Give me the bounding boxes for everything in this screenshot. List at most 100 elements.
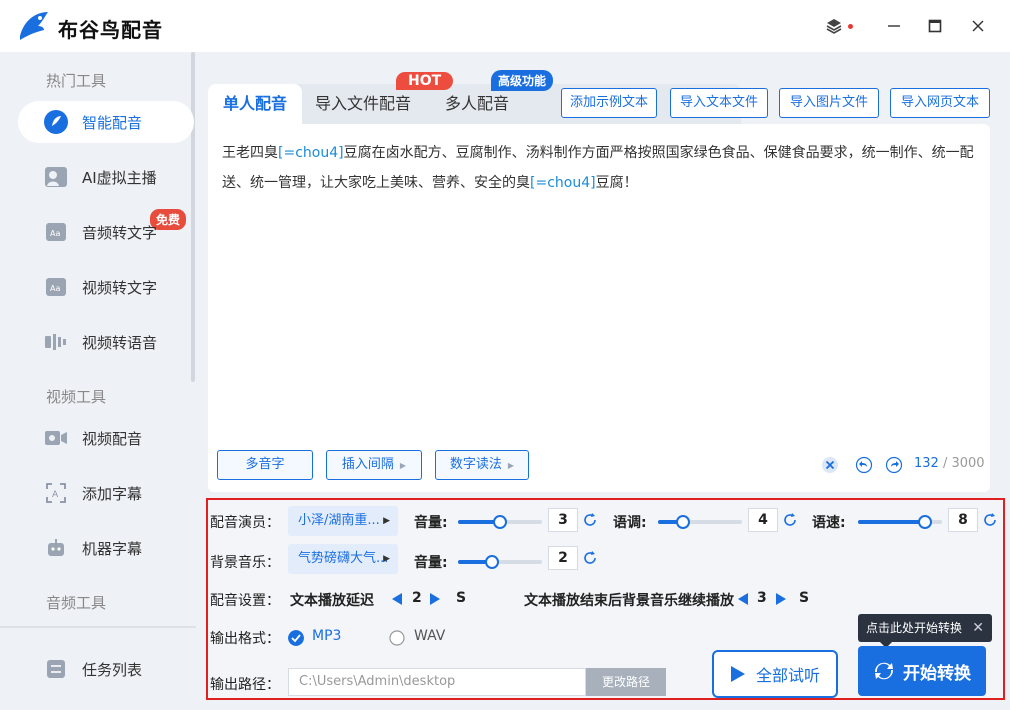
radio-unchecked-icon[interactable] bbox=[389, 630, 405, 646]
avatar-icon bbox=[42, 163, 70, 191]
sidebar-item-label: 任务列表 bbox=[82, 660, 143, 679]
sidebar-item-add-subtitle[interactable]: A 添加字幕 bbox=[18, 472, 194, 514]
smart-dub-icon bbox=[42, 108, 70, 136]
pitch-label: 语调: bbox=[613, 515, 647, 531]
decrease-arrow-icon[interactable] bbox=[392, 593, 402, 605]
hot-badge: HOT bbox=[396, 72, 454, 90]
speed-value[interactable]: 8 bbox=[948, 508, 978, 532]
sidebar-item-label: 智能配音 bbox=[82, 113, 143, 132]
format-mp3-label[interactable]: MP3 bbox=[312, 628, 341, 644]
sidebar-item-video-dub[interactable]: 视频配音 bbox=[18, 417, 194, 459]
preview-all-button[interactable]: 全部试听 bbox=[712, 650, 838, 698]
sidebar-item-audio-to-text[interactable]: Aa 音频转文字 bbox=[18, 211, 194, 253]
bgm-volume-value[interactable]: 2 bbox=[548, 546, 578, 570]
video-to-voice-icon bbox=[42, 328, 70, 356]
number-reading-button[interactable]: 数字读法 ▶ bbox=[435, 450, 529, 480]
sidebar-item-ai-avatar[interactable]: AI虚拟主播 bbox=[18, 156, 194, 198]
after-play-unit: S bbox=[799, 590, 810, 606]
bgm-value: 气势磅礴大气... bbox=[298, 551, 389, 566]
sidebar-item-label: 视频转文字 bbox=[82, 278, 158, 297]
radio-checked-icon[interactable] bbox=[288, 630, 304, 646]
slider-knob[interactable] bbox=[918, 515, 933, 529]
decrease-arrow-icon[interactable] bbox=[738, 593, 748, 605]
change-path-button[interactable]: 更改路径 bbox=[586, 668, 666, 696]
volume-value[interactable]: 3 bbox=[548, 508, 578, 532]
app-title: 布谷鸟配音 bbox=[58, 18, 163, 42]
tab-import-file-dub[interactable]: 导入文件配音 bbox=[308, 84, 418, 124]
bgm-select[interactable]: 气势磅礴大气... ▶ bbox=[288, 544, 398, 574]
pitch-slider[interactable] bbox=[658, 515, 742, 529]
svg-text:Aa: Aa bbox=[50, 284, 60, 293]
sidebar-item-label: AI虚拟主播 bbox=[82, 168, 157, 187]
section-video-tools: 视频工具 bbox=[46, 388, 107, 406]
increase-arrow-icon[interactable] bbox=[776, 593, 786, 605]
main-panel: 单人配音 导入文件配音 多人配音 HOT 高级功能 添加示例文本 导入文本文件 … bbox=[196, 52, 1010, 710]
app-logo-icon bbox=[20, 12, 48, 40]
slider-knob[interactable] bbox=[676, 515, 691, 529]
char-max: / 3000 bbox=[942, 456, 985, 471]
advanced-badge: 高级功能 bbox=[491, 70, 554, 91]
sidebar: 热门工具 智能配音 AI虚拟主播 免费 Aa 音频转文字 Aa 视频转文字 视频… bbox=[0, 52, 196, 710]
close-icon[interactable]: ✕ bbox=[972, 614, 984, 642]
sidebar-item-label: 视频配音 bbox=[82, 429, 143, 448]
maximize-button[interactable] bbox=[923, 14, 947, 38]
speed-slider[interactable] bbox=[858, 515, 942, 529]
pitch-value[interactable]: 4 bbox=[748, 508, 778, 532]
play-icon bbox=[730, 666, 745, 682]
import-text-file-button[interactable]: 导入文本文件 bbox=[670, 88, 768, 118]
reset-icon[interactable] bbox=[782, 512, 798, 528]
reset-icon[interactable] bbox=[582, 512, 598, 528]
delay-label: 文本播放延迟 bbox=[290, 593, 374, 609]
increase-arrow-icon[interactable] bbox=[430, 593, 440, 605]
bgm-volume-slider[interactable] bbox=[458, 555, 542, 569]
layers-icon[interactable] bbox=[822, 14, 846, 38]
start-tooltip: 点击此处开始转换 ✕ bbox=[858, 614, 992, 648]
sidebar-item-label: 音频转文字 bbox=[82, 223, 158, 242]
polyphone-label: 多音字 bbox=[245, 457, 285, 472]
output-path-input[interactable]: C:\Users\Admin\desktop bbox=[288, 668, 586, 696]
svg-text:A: A bbox=[52, 490, 59, 500]
insert-pause-button[interactable]: 插入间隔 ▶ bbox=[326, 450, 422, 480]
voice-select[interactable]: 小泽/湖南重... ▶ bbox=[288, 506, 398, 536]
text-editor[interactable]: 王老四臭[=chou4]豆腐在卤水配方、豆腐制作、汤料制作方面严格按照国家绿色食… bbox=[208, 124, 990, 492]
tab-single-dub[interactable]: 单人配音 bbox=[208, 84, 302, 124]
minimize-button[interactable] bbox=[882, 14, 906, 38]
output-path-label: 输出路径： bbox=[210, 677, 280, 693]
section-hot-tools: 热门工具 bbox=[46, 72, 107, 90]
sidebar-item-robot-subtitle[interactable]: 机器字幕 bbox=[18, 527, 194, 569]
pinyin-tag[interactable]: [=chou4] bbox=[530, 175, 596, 191]
sidebar-item-label: 视频转语音 bbox=[82, 333, 158, 352]
bgm-volume-label: 音量: bbox=[414, 555, 448, 571]
caret-right-icon: ▶ bbox=[383, 554, 390, 564]
sidebar-item-smart-dub[interactable]: 智能配音 bbox=[18, 101, 194, 143]
slider-knob[interactable] bbox=[484, 555, 499, 569]
caret-right-icon: ▶ bbox=[507, 461, 515, 470]
editor-text[interactable]: 王老四臭[=chou4]豆腐在卤水配方、豆腐制作、汤料制作方面严格按照国家绿色食… bbox=[222, 138, 976, 198]
reset-icon[interactable] bbox=[982, 512, 998, 528]
clear-icon[interactable] bbox=[821, 456, 839, 474]
import-web-text-button[interactable]: 导入网页文本 bbox=[890, 88, 990, 118]
volume-slider[interactable] bbox=[458, 515, 542, 529]
import-image-file-button[interactable]: 导入图片文件 bbox=[779, 88, 879, 118]
redo-icon[interactable] bbox=[885, 456, 903, 474]
voice-value: 小泽/湖南重... bbox=[298, 513, 380, 528]
voice-label: 配音演员： bbox=[210, 515, 280, 531]
after-play-value: 3 bbox=[757, 590, 767, 606]
text-segment: 豆腐！ bbox=[595, 175, 638, 191]
add-example-text-button[interactable]: 添加示例文本 bbox=[561, 88, 657, 118]
close-button[interactable] bbox=[966, 14, 990, 38]
slider-knob[interactable] bbox=[493, 515, 507, 529]
pinyin-tag[interactable]: [=chou4] bbox=[278, 145, 344, 161]
undo-icon[interactable] bbox=[855, 456, 873, 474]
sidebar-item-label: 机器字幕 bbox=[82, 539, 143, 558]
polyphone-button[interactable]: 多音字 bbox=[217, 450, 313, 480]
format-wav-label[interactable]: WAV bbox=[414, 628, 445, 644]
start-convert-button[interactable]: 开始转换 bbox=[858, 646, 986, 696]
reset-icon[interactable] bbox=[582, 550, 598, 566]
sidebar-item-video-to-voice[interactable]: 视频转语音 bbox=[18, 321, 194, 363]
bgm-label: 背景音乐： bbox=[210, 555, 280, 571]
sidebar-item-task-list[interactable]: 任务列表 bbox=[18, 648, 194, 690]
sidebar-item-video-to-text[interactable]: Aa 视频转文字 bbox=[18, 266, 194, 308]
section-audio-tools: 音频工具 bbox=[46, 594, 107, 612]
text-segment: 王老四臭 bbox=[222, 145, 278, 161]
